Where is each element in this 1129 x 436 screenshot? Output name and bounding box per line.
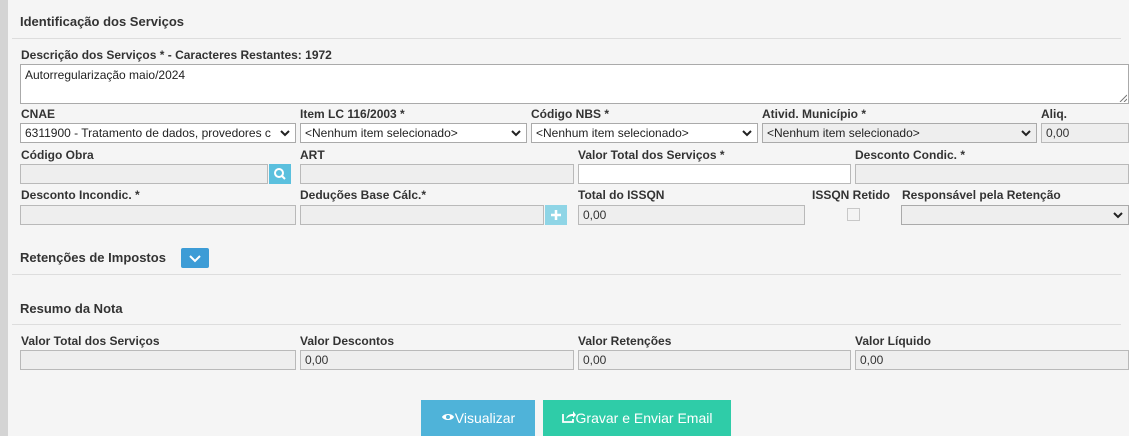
- itemlc-value: <Nenhum item selecionado>: [305, 126, 458, 140]
- chevron-down-icon: [189, 255, 201, 263]
- descricao-value: Autorregularização maio/2024: [25, 68, 186, 82]
- valor-total-label: Valor Total dos Serviços *: [578, 148, 725, 162]
- chevron-down-icon: [511, 130, 521, 137]
- visualizar-label: Visualizar: [454, 410, 516, 426]
- left-border: [0, 0, 8, 436]
- chevron-down-icon: [280, 130, 290, 137]
- desc-incond-label: Desconto Incondic. *: [21, 188, 140, 202]
- retencoes-title: Retenções de Impostos: [20, 250, 166, 265]
- valor-total-field[interactable]: [578, 164, 851, 184]
- total-issqn-label: Total do ISSQN: [578, 188, 665, 202]
- descricao-label: Descrição dos Serviços * - Caracteres Re…: [21, 48, 332, 62]
- itemlc-select[interactable]: <Nenhum item selecionado>: [300, 123, 527, 143]
- desc-incond-field[interactable]: [20, 205, 296, 225]
- total-issqn-field[interactable]: 0,00: [578, 205, 805, 225]
- issqn-retido-label: ISSQN Retido: [812, 188, 891, 202]
- responsavel-label: Responsável pela Retenção: [902, 188, 1061, 202]
- art-label: ART: [300, 148, 325, 162]
- search-icon: [274, 168, 286, 180]
- cnae-value: 6311900 - Tratamento de dados, provedore…: [25, 126, 271, 140]
- desc-cond-field[interactable]: [855, 164, 1129, 184]
- cnae-select[interactable]: 6311900 - Tratamento de dados, provedore…: [20, 123, 296, 143]
- gravar-enviar-email-button[interactable]: Gravar e Enviar Email: [543, 400, 731, 436]
- deducoes-label: Deduções Base Cálc.*: [300, 188, 427, 202]
- cnae-label: CNAE: [21, 107, 56, 121]
- retencoes-toggle-button[interactable]: [181, 248, 209, 268]
- ativid-value: <Nenhum item selecionado>: [767, 126, 920, 140]
- resumo-divider: [12, 324, 1121, 325]
- resumo-title: Resumo da Nota: [20, 301, 123, 316]
- resumo-valor-total-label: Valor Total dos Serviços: [21, 334, 160, 348]
- plus-icon: [551, 210, 561, 220]
- nbs-value: <Nenhum item selecionado>: [536, 126, 689, 140]
- ativid-select[interactable]: <Nenhum item selecionado>: [762, 123, 1037, 143]
- resumo-retencoes-field: 0,00: [578, 350, 851, 370]
- desc-cond-label: Desconto Condic. *: [855, 148, 966, 162]
- resumo-liquido-label: Valor Líquido: [855, 334, 932, 348]
- section-divider: [12, 38, 1121, 39]
- resumo-descontos-field: 0,00: [300, 350, 574, 370]
- share-icon: [561, 411, 576, 423]
- resize-grip-icon[interactable]: [1119, 94, 1127, 102]
- resumo-retencoes-label: Valor Retenções: [578, 334, 672, 348]
- section-title: Identificação dos Serviços: [20, 14, 185, 29]
- resumo-valor-total-field: [20, 350, 296, 370]
- search-obra-button[interactable]: [269, 164, 291, 184]
- deducoes-field[interactable]: [300, 205, 544, 225]
- chevron-down-icon: [1113, 212, 1123, 219]
- gravar-label: Gravar e Enviar Email: [575, 410, 713, 426]
- obra-label: Código Obra: [21, 148, 94, 162]
- aliq-field[interactable]: 0,00: [1041, 123, 1129, 143]
- descricao-textarea[interactable]: Autorregularização maio/2024: [20, 64, 1129, 104]
- retencoes-divider: [12, 274, 1121, 275]
- visualizar-button[interactable]: Visualizar: [421, 400, 535, 436]
- obra-field[interactable]: [20, 164, 268, 184]
- ativid-label: Ativid. Município *: [762, 107, 866, 121]
- add-deducao-button[interactable]: [545, 205, 567, 225]
- chevron-down-icon: [742, 130, 752, 137]
- resumo-liquido-field: 0,00: [855, 350, 1129, 370]
- aliq-label: Aliq.: [1041, 107, 1067, 121]
- itemlc-label: Item LC 116/2003 *: [300, 107, 405, 121]
- nbs-select[interactable]: <Nenhum item selecionado>: [531, 123, 758, 143]
- nbs-label: Código NBS *: [531, 107, 609, 121]
- chevron-down-icon: [1021, 130, 1031, 137]
- resumo-descontos-label: Valor Descontos: [300, 334, 395, 348]
- eye-icon: [441, 414, 454, 420]
- art-field[interactable]: [300, 164, 574, 184]
- issqn-retido-checkbox[interactable]: [847, 208, 860, 221]
- responsavel-select[interactable]: [901, 205, 1129, 225]
